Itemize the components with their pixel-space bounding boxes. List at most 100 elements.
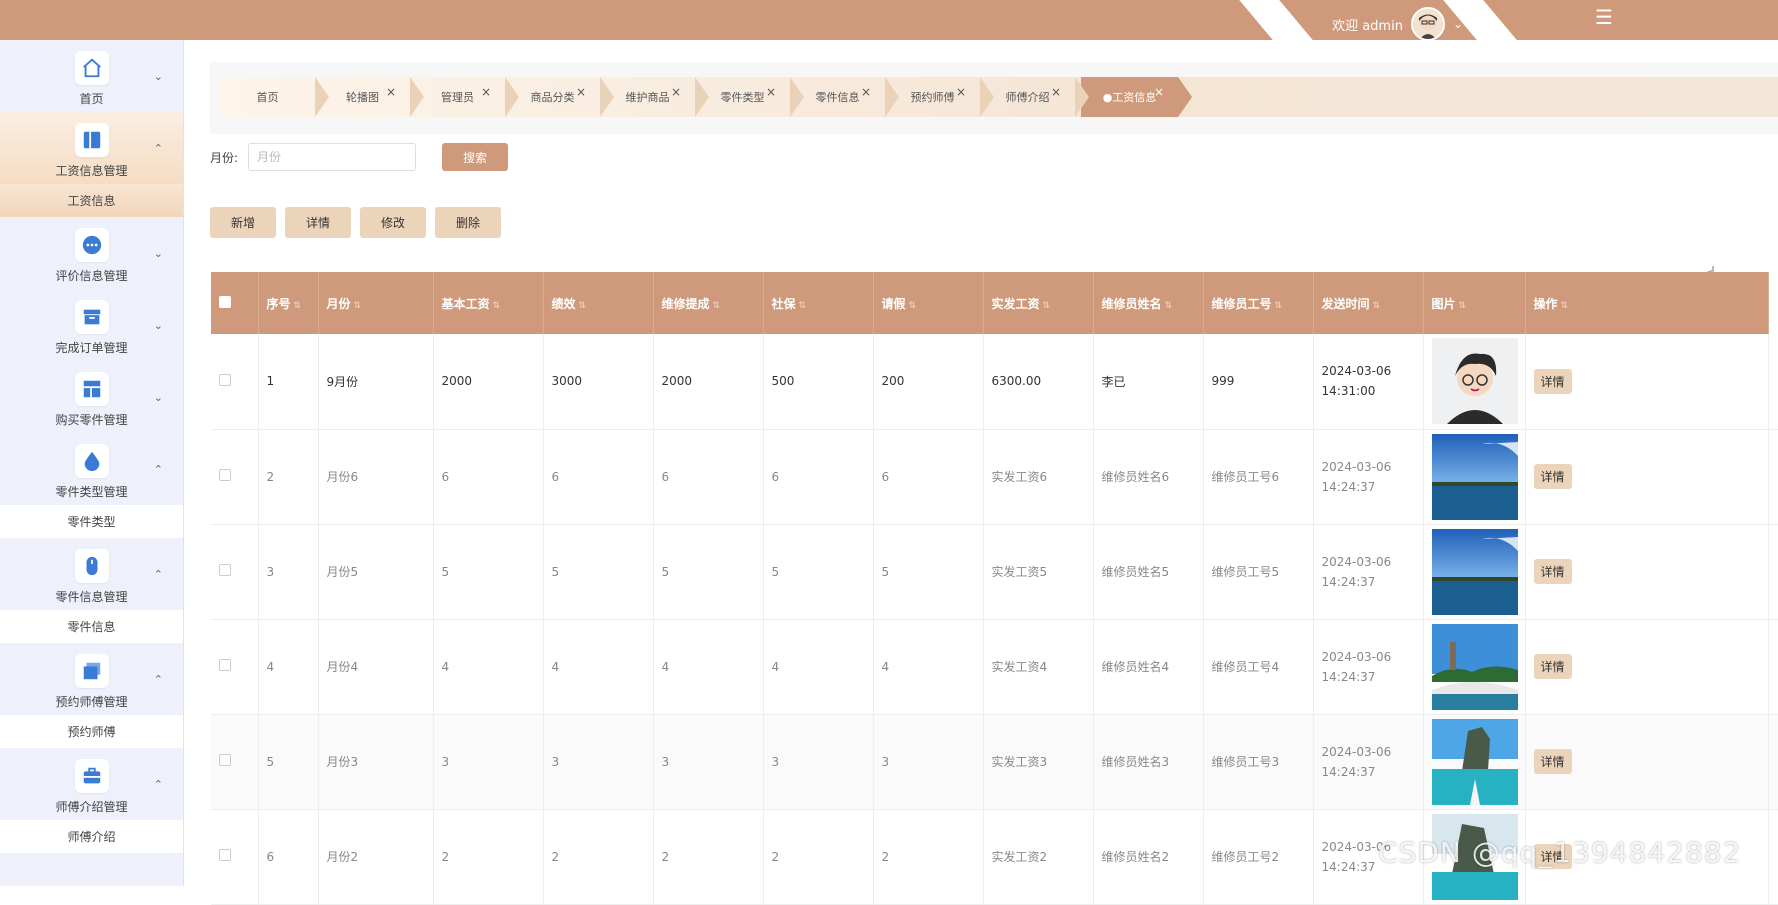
sidebar-item-home[interactable]: 首页 ⌄ — [0, 40, 183, 112]
column-header[interactable]: 绩效 ⇅ — [543, 272, 654, 334]
sort-icon[interactable]: ⇅ — [579, 301, 587, 311]
cell-name: 李已 — [1093, 334, 1204, 430]
row-checkbox[interactable] — [219, 659, 231, 671]
sidebar-subitem-booking[interactable]: 预约师傅 — [0, 715, 183, 748]
table-row[interactable]: 3 月份5 5 5 5 5 5 实发工资5 维修员姓名5 维修员工号5 2024… — [211, 524, 1778, 620]
cell-insurance: 3 — [763, 714, 874, 810]
sort-icon[interactable]: ⇅ — [1561, 301, 1569, 311]
column-header[interactable]: 发送时间 ⇅ — [1313, 272, 1424, 334]
menu-toggle-icon[interactable]: ☰ — [1592, 5, 1616, 29]
sidebar-item-orders-management[interactable]: 完成订单管理 ⌄ — [0, 289, 183, 361]
detail-button[interactable]: 详情 — [285, 207, 351, 238]
cliffs-thumbnail[interactable] — [1431, 718, 1518, 805]
row-checkbox[interactable] — [219, 373, 231, 386]
sidebar-item-intro-management[interactable]: 师傅介绍管理 ⌃ — [0, 748, 183, 820]
sidebar-subitem-salary-info[interactable]: 工资信息 — [0, 184, 183, 217]
user-menu[interactable]: 欢迎 admin ⌄ — [1332, 7, 1463, 41]
sidebar-item-part-info-management[interactable]: 零件信息管理 ⌃ — [0, 538, 183, 610]
column-header[interactable]: 序号 ⇅ — [258, 272, 319, 334]
sort-icon[interactable]: ⇅ — [909, 301, 917, 311]
sidebar-item-purchase-management[interactable]: 购买零件管理 ⌄ — [0, 361, 183, 433]
tab-home[interactable]: 首页 — [220, 77, 329, 117]
table-row[interactable]: 1 9月份 2000 3000 2000 500 200 6300.00 李已 … — [211, 334, 1778, 430]
sort-icon[interactable]: ⇅ — [713, 301, 721, 311]
tab-maintain-goods[interactable]: 维护商品 × — [600, 77, 709, 117]
lake-thumbnail[interactable] — [1431, 433, 1518, 520]
sort-icon[interactable]: ⇅ — [1373, 301, 1381, 311]
sidebar-label: 首页 — [79, 92, 104, 106]
row-checkbox[interactable] — [219, 849, 231, 861]
row-detail-button[interactable]: 详情 — [1533, 464, 1572, 489]
column-header[interactable]: 社保 ⇅ — [763, 272, 874, 334]
tab-admin[interactable]: 管理员 × — [410, 77, 519, 117]
row-checkbox[interactable] — [219, 754, 231, 766]
column-header[interactable]: 实发工资 ⇅ — [983, 272, 1094, 334]
sidebar-item-review-management[interactable]: 评价信息管理 ⌄ — [0, 217, 183, 289]
row-checkbox[interactable] — [219, 564, 231, 576]
tab-carousel[interactable]: 轮播图 × — [315, 77, 424, 117]
column-header[interactable]: 图片 ⇅ — [1423, 272, 1526, 334]
tab-category[interactable]: 商品分类 × — [505, 77, 614, 117]
sidebar-item-part-type-management[interactable]: 零件类型管理 ⌃ — [0, 433, 183, 505]
add-button[interactable]: 新增 — [210, 207, 276, 238]
sort-icon[interactable]: ⇅ — [493, 301, 501, 311]
row-detail-button[interactable]: 详情 — [1533, 654, 1572, 679]
close-icon[interactable]: × — [956, 85, 966, 99]
column-header[interactable]: 维修员工号 ⇅ — [1203, 272, 1314, 334]
month-search-input[interactable] — [248, 143, 417, 171]
bridge-thumbnail[interactable] — [1431, 623, 1518, 710]
cell-op: 详情 — [1525, 334, 1769, 430]
sidebar-subitem-intro[interactable]: 师傅介绍 — [0, 820, 183, 853]
lake-thumbnail[interactable] — [1431, 528, 1518, 615]
avatar-thumbnail[interactable] — [1431, 338, 1518, 425]
chevron-down-icon[interactable]: ⌄ — [1453, 17, 1463, 31]
table-row[interactable]: 5 月份3 3 3 3 3 3 实发工资3 维修员姓名3 维修员工号3 2024… — [211, 714, 1778, 810]
column-header[interactable]: 月份 ⇅ — [318, 272, 434, 334]
tab-intro[interactable]: 师傅介绍 × — [980, 77, 1089, 117]
sort-icon[interactable]: ⇅ — [1275, 301, 1283, 311]
close-icon[interactable]: × — [576, 85, 586, 99]
tab-salary-info[interactable]: ●工资信息 × — [1081, 77, 1192, 117]
sidebar-subitem-part-type[interactable]: 零件类型 — [0, 505, 183, 538]
close-icon[interactable]: × — [861, 85, 871, 99]
sort-icon[interactable]: ⇅ — [294, 301, 302, 311]
table-row[interactable]: 4 月份4 4 4 4 4 4 实发工资4 维修员姓名4 维修员工号4 2024… — [211, 619, 1778, 715]
sidebar-group-part-info: 零件信息管理 ⌃ 零件信息 — [0, 538, 183, 643]
row-detail-button[interactable]: 详情 — [1533, 368, 1572, 394]
search-button[interactable]: 搜索 — [442, 143, 509, 171]
sidebar-item-salary-management[interactable]: 工资信息管理 ⌃ — [0, 112, 183, 184]
sort-icon[interactable]: ⇅ — [1165, 301, 1173, 311]
close-icon[interactable]: × — [386, 85, 396, 99]
cell-month: 月份5 — [318, 524, 434, 620]
tab-part-info[interactable]: 零件信息 × — [790, 77, 899, 117]
edit-button[interactable]: 修改 — [360, 207, 426, 238]
row-detail-button[interactable]: 详情 — [1533, 749, 1572, 774]
sidebar-item-booking-management[interactable]: 预约师傅管理 ⌃ — [0, 643, 183, 715]
table-row[interactable]: 2 月份6 6 6 6 6 6 实发工资6 维修员姓名6 维修员工号6 2024… — [211, 429, 1778, 525]
select-all-checkbox[interactable] — [219, 295, 231, 308]
column-header[interactable]: 基本工资 ⇅ — [433, 272, 544, 334]
close-icon[interactable]: × — [766, 85, 776, 99]
column-header[interactable]: 请假 ⇅ — [873, 272, 984, 334]
close-icon[interactable]: × — [1154, 85, 1164, 99]
sort-icon[interactable]: ⇅ — [1459, 301, 1467, 311]
column-header[interactable]: 操作 ⇅ — [1525, 272, 1769, 334]
sort-icon[interactable]: ⇅ — [799, 301, 807, 311]
sidebar-subitem-part-info[interactable]: 零件信息 — [0, 610, 183, 643]
tab-part-type[interactable]: 零件类型 × — [695, 77, 804, 117]
sort-icon[interactable]: ⇅ — [1043, 301, 1051, 311]
close-icon[interactable]: × — [1051, 85, 1061, 99]
row-checkbox[interactable] — [219, 469, 231, 481]
delete-button[interactable]: 删除 — [435, 207, 501, 238]
close-icon[interactable]: × — [671, 85, 681, 99]
tab-booking[interactable]: 预约师傅 × — [885, 77, 994, 117]
row-detail-button[interactable]: 详情 — [1533, 559, 1572, 584]
chevron-down-icon: ⌄ — [153, 319, 163, 332]
close-icon[interactable]: × — [481, 85, 491, 99]
column-header[interactable]: 维修员姓名 ⇅ — [1093, 272, 1204, 334]
select-all-cell[interactable] — [211, 272, 259, 334]
sort-icon[interactable]: ⇅ — [354, 301, 362, 311]
column-header[interactable]: 维修提成 ⇅ — [653, 272, 764, 334]
sidebar: 首页 ⌄ 工资信息管理 ⌃ 工资信息 评价信息管理 ⌄ 完成订单管理 ⌄ 购买零… — [0, 40, 184, 886]
avatar[interactable] — [1410, 7, 1445, 41]
